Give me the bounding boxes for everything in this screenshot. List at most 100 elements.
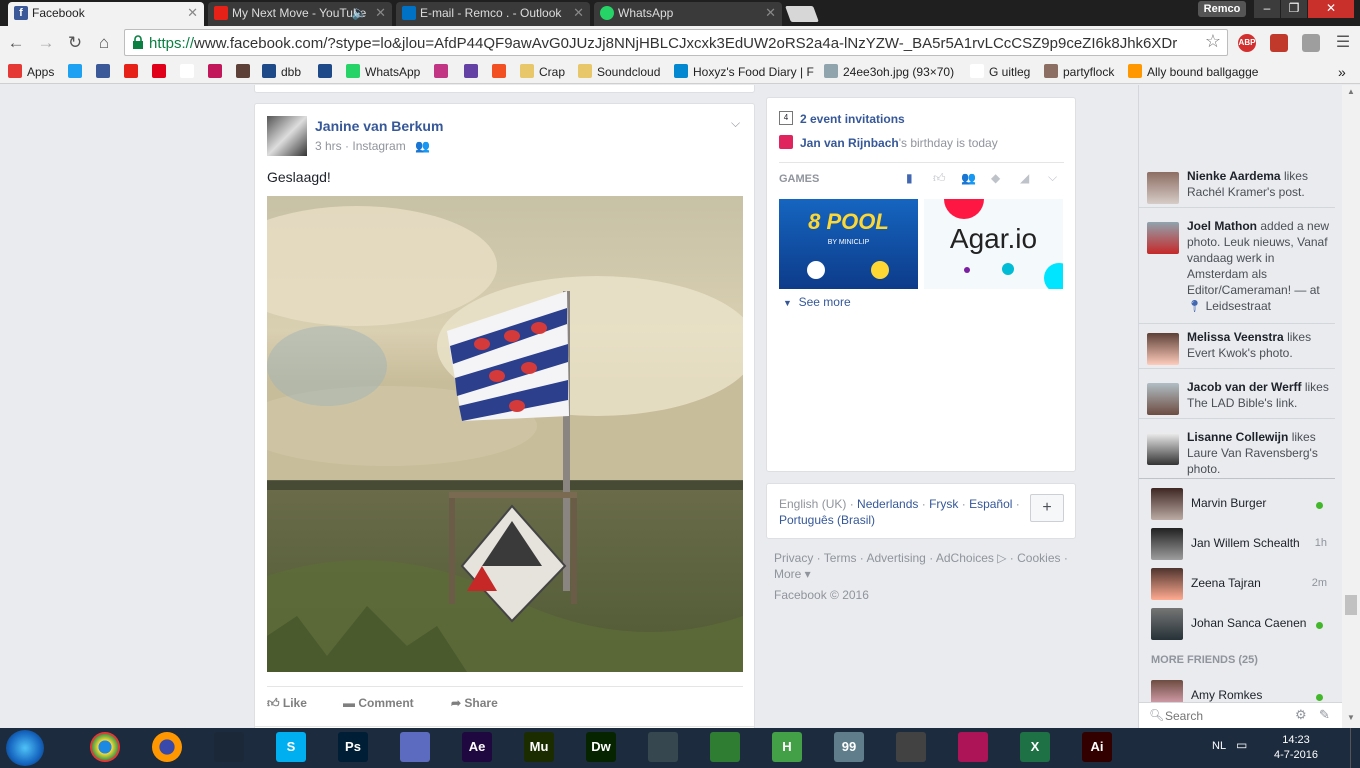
chat-friend[interactable]: Marvin Burger <box>1139 484 1335 524</box>
clock-time[interactable]: 14:23 <box>1266 734 1326 746</box>
close-icon[interactable]: ✕ <box>187 2 198 24</box>
bookmark-image[interactable]: 24ee3oh.jpg (93×70) <box>824 63 954 81</box>
author-name[interactable]: Janine van Berkum <box>315 118 443 134</box>
address-bar[interactable]: https://www.facebook.com/?stype=lo&jlou=… <box>124 29 1228 56</box>
bookmark-page[interactable]: G uitleg <box>970 63 1030 81</box>
clock-date[interactable]: 4-7-2016 <box>1262 749 1330 761</box>
back-arrow-icon[interactable]: ← <box>6 33 26 53</box>
restore-button[interactable]: ❐ <box>1281 0 1307 18</box>
reload-icon[interactable]: ↻ <box>65 33 85 53</box>
compose-icon[interactable]: ✎ <box>1319 707 1330 723</box>
chat-friend[interactable]: Jan Willem Schealth 1h <box>1139 524 1335 564</box>
bookmark-dumpert[interactable] <box>152 63 171 81</box>
taskbar-firefox-icon[interactable] <box>152 732 182 762</box>
gear-icon[interactable]: ⚙ <box>1295 707 1307 723</box>
author-avatar[interactable] <box>267 116 307 156</box>
bookmark-apps-grid[interactable]: Apps <box>8 63 54 81</box>
trophy-icon[interactable]: ◆ <box>991 171 1000 185</box>
home-icon[interactable]: ⌂ <box>94 33 114 53</box>
post-source[interactable]: Instagram <box>352 139 405 153</box>
share-button[interactable]: ➦ Share <box>451 696 498 710</box>
game-tile-8ball-pool[interactable]: 8 POOL BY MINICLIP <box>779 199 918 289</box>
bookmark-folder[interactable]: Crap <box>520 63 565 81</box>
scroll-up-arrow-icon[interactable]: ▲ <box>1347 87 1355 96</box>
bookmark-x[interactable]: Hoxyz's Food Diary | F <box>674 63 814 81</box>
tab-youtube[interactable]: My Next Move - YouTube 🔈 ✕ <box>208 2 392 26</box>
bookmark-ph[interactable]: Ally bound ballgagge <box>1128 63 1258 81</box>
bookmark-dbb[interactable]: dbb <box>262 63 301 81</box>
bookmark-whatsapp[interactable]: WhatsApp <box>346 63 420 81</box>
chat-friend[interactable]: Zeena Tajran 2m <box>1139 564 1335 604</box>
language-link[interactable]: Español <box>969 497 1012 511</box>
taskbar-h-app-icon[interactable]: H <box>772 732 802 762</box>
bookmark-twitter[interactable] <box>68 63 87 81</box>
more-bookmarks-button[interactable]: » <box>1338 63 1346 81</box>
language-link[interactable]: Nederlands <box>857 497 918 511</box>
footer-link[interactable]: Terms <box>824 551 857 565</box>
language-link[interactable]: Frysk <box>929 497 958 511</box>
tab-whatsapp[interactable]: WhatsApp ✕ <box>594 2 782 26</box>
bookmark-youtube[interactable] <box>124 63 143 81</box>
close-icon[interactable]: ✕ <box>573 2 584 24</box>
like-button[interactable]: 👍︎ Like <box>267 696 307 711</box>
star-icon[interactable]: ☆ <box>1205 31 1221 52</box>
taskbar-excel-icon[interactable]: X <box>1020 732 1050 762</box>
start-button[interactable] <box>6 730 44 766</box>
tab-facebook[interactable]: f Facebook ✕ <box>8 2 204 26</box>
ticker-item[interactable]: Melissa Veenstra likes Evert Kwok's phot… <box>1139 329 1335 369</box>
bookmark-facebook[interactable] <box>96 63 115 81</box>
friends-icon[interactable]: 👥 <box>961 171 976 185</box>
ticker-item[interactable]: Jacob van der Werff likes The LAD Bible'… <box>1139 379 1335 419</box>
ticker-item[interactable]: Lisanne Collewijn likes Laure Van Ravens… <box>1139 429 1335 479</box>
page-scrollbar[interactable]: ▲ ▼ <box>1342 85 1360 728</box>
comment-button[interactable]: ▬ Comment <box>343 696 414 710</box>
bookmark-bookmark-circle[interactable] <box>236 63 255 81</box>
show-desktop-button[interactable] <box>1350 728 1360 768</box>
language-link[interactable]: Português (Brasil) <box>779 513 875 527</box>
speaker-icon[interactable]: 🔈 <box>352 2 368 24</box>
footer-link[interactable]: Advertising <box>866 551 925 565</box>
add-language-button[interactable]: + <box>1030 494 1064 522</box>
taskbar-illustrator-icon[interactable]: Ai <box>1082 732 1112 762</box>
battery-icon[interactable]: ▭ <box>1236 738 1247 752</box>
chart-icon[interactable]: ◢ <box>1020 171 1029 185</box>
taskbar-dreamweaver-icon[interactable]: Dw <box>586 732 616 762</box>
taskbar-muse-icon[interactable]: Mu <box>524 732 554 762</box>
youtube-ext-icon[interactable] <box>1270 34 1288 52</box>
menu-icon[interactable]: ☰ <box>1333 33 1353 53</box>
see-more-link[interactable]: ▼ See more <box>783 295 851 309</box>
minimize-button[interactable]: – <box>1254 0 1280 18</box>
scrollbar-thumb[interactable] <box>1345 595 1357 615</box>
bookmark-partyflock[interactable]: partyflock <box>1044 63 1114 81</box>
chat-friend[interactable]: Johan Sanca Caenen <box>1139 604 1335 644</box>
taskbar-circle-icon[interactable] <box>896 732 926 762</box>
chat-search-input[interactable] <box>1165 707 1285 725</box>
footer-link[interactable]: Cookies <box>1017 551 1060 565</box>
taskbar-monitor-icon[interactable]: 99 <box>834 732 864 762</box>
taskbar-steam-icon[interactable] <box>214 732 244 762</box>
new-tab-button[interactable] <box>785 6 819 22</box>
taskbar-skype-icon[interactable]: S <box>276 732 306 762</box>
bookmark-twitch[interactable] <box>464 63 483 81</box>
ticker-item[interactable]: Nienke Aardema likes Rachél Kramer's pos… <box>1139 168 1335 208</box>
bookmark-icon[interactable]: ▮ <box>906 171 913 185</box>
taskbar-chrome-icon[interactable] <box>90 732 120 762</box>
taskbar-game-icon[interactable] <box>958 732 988 762</box>
bookmark-bookmark-w[interactable] <box>208 63 227 81</box>
language-indicator[interactable]: NL <box>1212 740 1226 752</box>
taskbar-tool-icon[interactable] <box>710 732 740 762</box>
post-time[interactable]: 3 hrs <box>315 139 342 153</box>
footer-link[interactable]: More <box>774 567 801 581</box>
footer-link[interactable]: AdChoices <box>936 551 994 565</box>
footer-link[interactable]: Privacy <box>774 551 813 565</box>
tab-outlook[interactable]: E-mail - Remco . - Outlook ✕ <box>396 2 590 26</box>
bookmark-dbb2[interactable] <box>318 63 337 81</box>
close-icon[interactable]: ✕ <box>765 2 776 24</box>
close-window-button[interactable]: ✕ <box>1308 0 1354 18</box>
taskbar-video-icon[interactable] <box>648 732 678 762</box>
bookmark-folder[interactable]: Soundcloud <box>578 63 660 81</box>
forward-arrow-icon[interactable]: → <box>36 33 56 53</box>
scroll-down-arrow-icon[interactable]: ▼ <box>1347 713 1355 722</box>
taskbar-keyboard-icon[interactable] <box>400 732 430 762</box>
bookmark-instagram[interactable] <box>434 63 453 81</box>
